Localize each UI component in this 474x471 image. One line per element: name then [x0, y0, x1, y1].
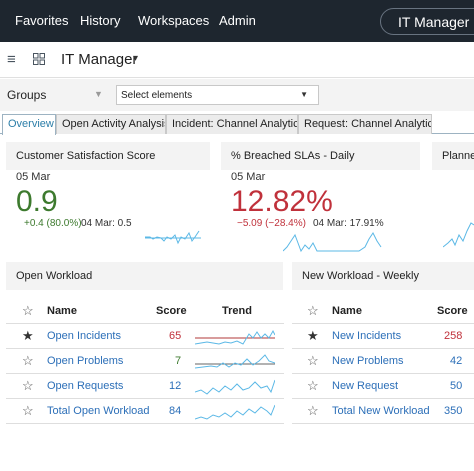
row-score[interactable]: 258 [444, 330, 462, 342]
kpi-previous: 04 Mar: 0.5 [81, 218, 132, 229]
favorite-column-star-icon: ☆ [22, 303, 34, 318]
kpi-value: 0.9 [16, 185, 58, 218]
groups-filter-bar: Groups ▼ Select elements ▼ [0, 79, 474, 111]
top-nav: Favorites History Workspaces Admin IT Ma… [0, 0, 474, 42]
table-row: ☆ Total Open Workload 84 [6, 399, 284, 424]
tab-open-activity-analysis[interactable]: Open Activity Analysis [56, 114, 166, 134]
row-score[interactable]: 7 [175, 355, 181, 367]
kpi-value: 12.82% [231, 185, 333, 218]
row-name-link[interactable]: Open Requests [47, 380, 123, 392]
column-header-trend: Trend [222, 305, 252, 317]
row-score[interactable]: 50 [450, 380, 462, 392]
favorite-star-icon[interactable]: ☆ [22, 353, 34, 369]
kpi-date: 05 Mar [16, 171, 51, 183]
row-name-link[interactable]: New Incidents [332, 330, 401, 342]
page-header: ≡ IT Manager ▾ [0, 42, 474, 78]
current-workspace-label: IT Manager [398, 14, 470, 30]
row-name-link[interactable]: Open Incidents [47, 330, 121, 342]
kpi-sparkline [283, 232, 382, 253]
row-name-link[interactable]: New Request [332, 380, 398, 392]
nav-workspaces[interactable]: Workspaces [138, 13, 209, 28]
table-row: ☆ New Problems 42 [292, 349, 474, 374]
hamburger-icon[interactable]: ≡ [7, 51, 16, 68]
row-name-link[interactable]: Total New Workload [332, 405, 430, 417]
row-name-link[interactable]: New Problems [332, 355, 404, 367]
favorite-star-icon[interactable]: ☆ [307, 378, 319, 394]
row-name-link[interactable]: Total Open Workload [47, 405, 150, 417]
favorite-star-icon[interactable]: ★ [307, 328, 319, 344]
table-row: ★ Open Incidents 65 [6, 324, 284, 349]
column-header-score[interactable]: Score [156, 305, 187, 317]
chevron-down-icon[interactable]: ▾ [133, 53, 138, 64]
table-row: ☆ Open Problems 7 [6, 349, 284, 374]
kpi-previous: 04 Mar: 17.91% [313, 218, 384, 229]
nav-favorites[interactable]: Favorites [15, 13, 68, 28]
kpi-title: % Breached SLAs - Daily [221, 142, 420, 170]
row-score[interactable]: 12 [169, 380, 181, 392]
row-score[interactable]: 84 [169, 405, 181, 417]
table-row: ☆ Open Requests 12 [6, 374, 284, 399]
table-row: ★ New Incidents 258 [292, 324, 474, 349]
groups-label: Groups [7, 88, 47, 102]
tab-incident-channel-analytics[interactable]: Incident: Channel Analytics [166, 114, 298, 134]
row-score[interactable]: 350 [444, 405, 462, 417]
trend-sparkline [195, 354, 275, 369]
elements-select-value: Select elements [121, 90, 193, 101]
row-score[interactable]: 42 [450, 355, 462, 367]
kpi-change: +0.4 (80.0%) [24, 218, 82, 229]
favorite-star-icon[interactable]: ☆ [22, 378, 34, 394]
table-header-row: ☆ Name Score [292, 299, 474, 324]
groups-chevron-icon[interactable]: ▼ [94, 89, 103, 99]
tab-overview[interactable]: Overview [2, 114, 56, 135]
table-header-row: ☆ Name Score Trend [6, 299, 284, 324]
kpi-sparkline [145, 230, 201, 245]
kpi-date: 05 Mar [231, 171, 266, 183]
nav-history[interactable]: History [80, 13, 120, 28]
new-workload-table: ☆ Name Score ★ New Incidents 258 ☆ New P… [292, 299, 474, 429]
open-workload-title: Open Workload [6, 262, 283, 290]
kpi-sparkline [443, 222, 474, 248]
select-chevron-icon: ▼ [300, 90, 308, 99]
column-header-name[interactable]: Name [47, 305, 77, 317]
row-name-link[interactable]: Open Problems [47, 355, 123, 367]
favorite-star-icon[interactable]: ☆ [22, 403, 34, 419]
favorite-column-star-icon: ☆ [307, 303, 319, 318]
dashboard-tabs: Overview Open Activity Analysis Incident… [0, 114, 474, 135]
elements-select[interactable]: Select elements ▼ [116, 85, 319, 105]
kpi-row: Customer Satisfaction Score 05 Mar 0.9 +… [0, 135, 474, 257]
trend-sparkline [195, 379, 275, 395]
table-row: ☆ Total New Workload 350 [292, 399, 474, 424]
row-score[interactable]: 65 [169, 330, 181, 342]
current-workspace-pill[interactable]: IT Manager☆ [380, 8, 474, 35]
favorite-star-icon[interactable]: ☆ [307, 403, 319, 419]
favorite-star-icon[interactable]: ★ [22, 328, 34, 344]
kpi-change: −5.09 (−28.4%) [237, 218, 306, 229]
kpi-title: Customer Satisfaction Score [6, 142, 210, 170]
open-workload-table: ☆ Name Score Trend ★ Open Incidents 65 ☆… [6, 299, 284, 429]
trend-sparkline [195, 404, 275, 420]
grid-icon[interactable] [33, 53, 45, 65]
column-header-score[interactable]: Score [437, 305, 468, 317]
column-header-name[interactable]: Name [332, 305, 362, 317]
page-title: IT Manager [61, 51, 138, 68]
new-workload-title: New Workload - Weekly [292, 262, 474, 290]
favorite-star-icon[interactable]: ☆ [307, 353, 319, 369]
kpi-title: Planne [432, 142, 474, 170]
table-row: ☆ New Request 50 [292, 374, 474, 399]
trend-sparkline [195, 329, 275, 345]
nav-admin[interactable]: Admin [219, 13, 256, 28]
tab-request-channel-analytics[interactable]: Request: Channel Analytics [298, 114, 432, 134]
